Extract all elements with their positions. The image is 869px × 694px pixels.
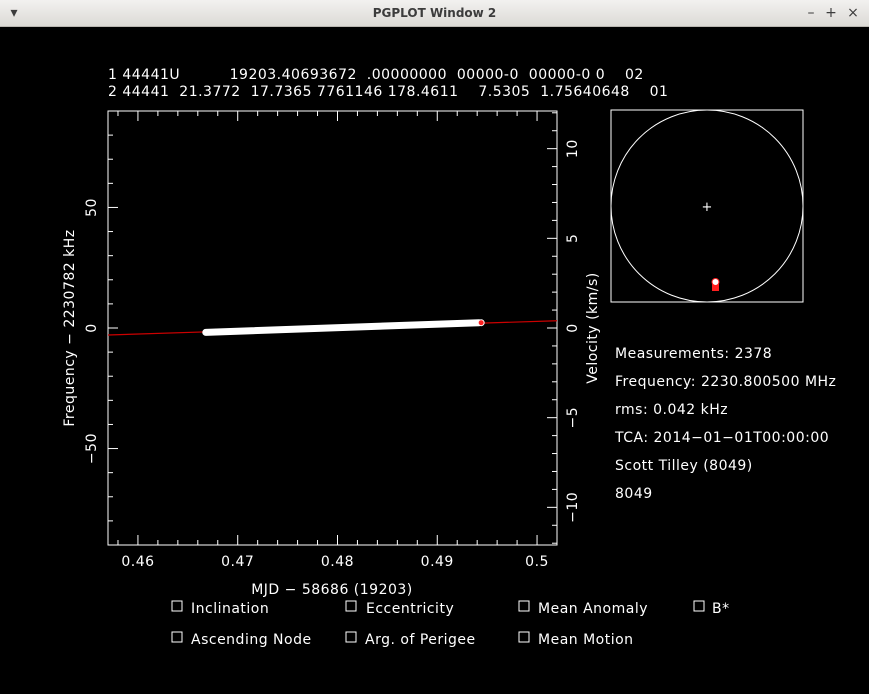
bstar-label: B* — [712, 601, 730, 617]
window-title: PGPLOT Window 2 — [372, 6, 497, 20]
eccentricity-checkbox[interactable]: Eccentricity — [345, 600, 454, 617]
y2-tick-label: 10 — [565, 139, 581, 158]
info-tca: TCA: 2014−01−01T00:00:00 — [614, 430, 829, 446]
y2-tick-label: 5 — [565, 234, 581, 243]
checkbox-box[interactable] — [345, 600, 357, 612]
y-tick-label: −50 — [84, 433, 100, 464]
info-measurements: Measurements: 2378 — [615, 346, 772, 362]
globe-center-marker: + — [702, 200, 713, 215]
info-rms: rms: 0.042 kHz — [615, 402, 728, 418]
minimize-button[interactable]: – — [801, 0, 821, 26]
globe-view: + — [610, 109, 804, 303]
mean-motion-label: Mean Motion — [538, 632, 634, 648]
checkbox-box[interactable] — [518, 600, 530, 612]
x-axis-label: MJD − 58686 (19203) — [251, 582, 413, 598]
close-button[interactable]: × — [843, 0, 863, 26]
pgplot-window: ▾ PGPLOT Window 2 – + × 1 44441U 19203.4… — [0, 0, 869, 694]
maximize-button[interactable]: + — [821, 0, 841, 26]
info-site: 8049 — [615, 486, 653, 502]
tle-line-2: 2 44441 21.3772 17.7365 7761146 178.4611… — [108, 84, 668, 100]
satellite-marker — [711, 278, 720, 286]
checkbox-box[interactable] — [345, 631, 357, 643]
x-tick-label: 0.5 — [525, 554, 549, 570]
y2-tick-label: −5 — [565, 407, 581, 429]
ascending-node-checkbox[interactable]: Ascending Node — [171, 631, 312, 648]
y2-tick-label: −10 — [565, 492, 581, 523]
checkbox-box[interactable] — [171, 600, 183, 612]
mean-anomaly-checkbox[interactable]: Mean Anomaly — [518, 600, 648, 617]
inclination-label: Inclination — [191, 601, 269, 617]
y-tick-label: 0 — [84, 323, 100, 332]
x-tick-label: 0.48 — [321, 554, 354, 570]
y2-tick-label: 0 — [565, 323, 581, 332]
checkbox-box[interactable] — [693, 600, 705, 612]
x-tick-label: 0.47 — [221, 554, 254, 570]
eccentricity-label: Eccentricity — [366, 601, 454, 617]
ascending-node-label: Ascending Node — [191, 632, 312, 648]
measurement-points — [202, 319, 483, 336]
frequency-plot[interactable]: 0.46 0.47 0.48 0.49 0.5 500−50 1050−5−10 MJD… — [62, 110, 601, 598]
arg-perigee-label: Arg. of Perigee — [365, 632, 476, 648]
info-observer: Scott Tilley (8049) — [615, 458, 753, 474]
info-frequency: Frequency: 2230.800500 MHz — [615, 374, 836, 390]
y-axis-label: Frequency − 2230782 kHz — [62, 229, 78, 426]
mean-anomaly-label: Mean Anomaly — [538, 601, 648, 617]
bstar-checkbox[interactable]: B* — [693, 600, 730, 617]
x-tick-label: 0.46 — [121, 554, 154, 570]
tle-line-1: 1 44441U 19203.40693672 .00000000 00000-… — [108, 67, 644, 83]
arg-perigee-checkbox[interactable]: Arg. of Perigee — [345, 631, 476, 648]
checkbox-box[interactable] — [171, 631, 183, 643]
inclination-checkbox[interactable]: Inclination — [171, 600, 269, 617]
selected-point — [477, 319, 485, 327]
checkbox-box[interactable] — [518, 631, 530, 643]
mean-motion-checkbox[interactable]: Mean Motion — [518, 631, 634, 648]
plot-canvas[interactable]: 1 44441U 19203.40693672 .00000000 00000-… — [0, 27, 869, 694]
y2-axis-label: Velocity (km/s) — [585, 272, 601, 384]
x-tick-label: 0.49 — [421, 554, 454, 570]
title-bar[interactable]: ▾ PGPLOT Window 2 – + × — [0, 0, 869, 27]
y-tick-label: 50 — [84, 198, 100, 217]
